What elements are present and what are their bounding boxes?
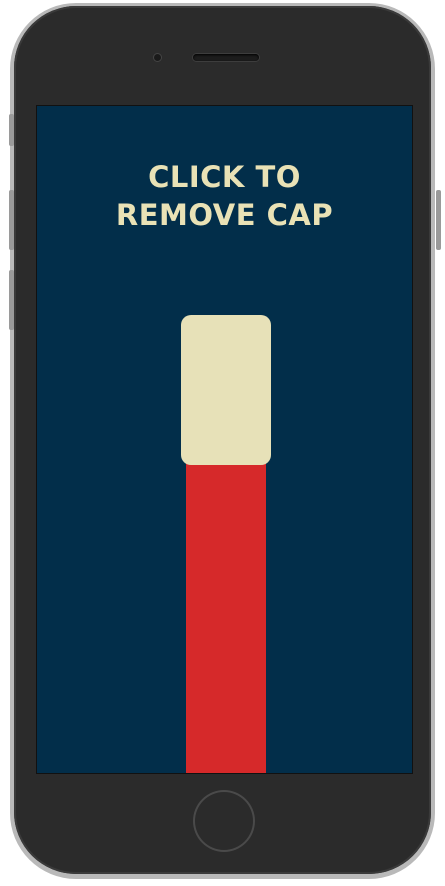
app-screen: CLICK TO REMOVE CAP [37,106,412,773]
earpiece-speaker [193,54,259,61]
pen-cap-button[interactable] [181,315,271,465]
home-button[interactable] [193,790,255,852]
instruction-line-2: REMOVE CAP [115,198,334,232]
instruction-line-1: CLICK TO [148,160,301,194]
pen-body [186,446,266,773]
power-button [436,190,441,250]
front-camera-icon [154,54,161,61]
